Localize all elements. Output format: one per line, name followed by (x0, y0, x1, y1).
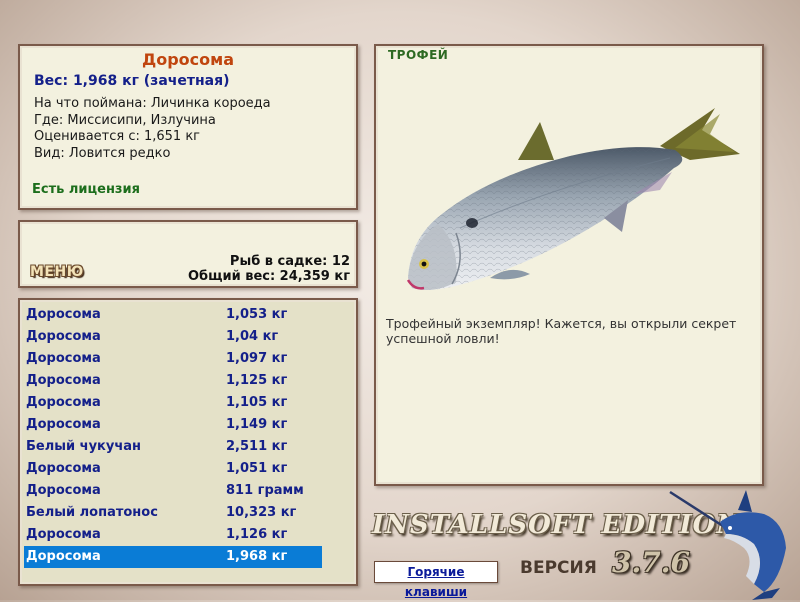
catch-info-panel: Доросома Вес: 1,968 кг (зачетная) На что… (18, 44, 358, 210)
catch-fish-name: Доросома (26, 483, 101, 498)
catch-list: Доросома 1,053 кг Доросома 1,04 кг Доросома 1… (18, 298, 358, 586)
catch-fish-name: Доросома (26, 461, 101, 476)
catch-fish-name: Белый лопатонос (26, 505, 158, 520)
catch-fish-weight: 1,968 кг (226, 549, 288, 564)
catch-list-row[interactable]: Доросома 1,105 кг (24, 392, 322, 414)
catch-fish-weight: 1,149 кг (226, 417, 288, 432)
catch-list-row[interactable]: Доросома 1,149 кг (24, 414, 322, 436)
catch-details: На что поймана: Личинка короеда Где: Мис… (34, 96, 271, 162)
catch-fish-weight: 1,04 кг (226, 329, 279, 344)
catch-fish-name: Белый чукучан (26, 439, 142, 454)
value-info: Оценивается с: 1,651 кг (34, 129, 201, 144)
trophy-panel: ТРОФЕЙ Трофейный экземпляр! Кажется, вы … (374, 44, 764, 486)
total-weight: Общий вес: 24,359 кг (187, 269, 350, 284)
catch-list-row[interactable]: Доросома 811 грамм (24, 480, 322, 502)
catch-list-row[interactable]: Доросома 1,097 кг (24, 348, 322, 370)
version-label: ВЕРСИЯ (520, 558, 597, 578)
catch-fish-name: Доросома (26, 373, 101, 388)
menu-button[interactable]: МЕНЮ (30, 264, 84, 280)
trophy-message: Трофейный экземпляр! Кажется, вы открыли… (386, 316, 737, 346)
catch-fish-name: Доросома (26, 307, 101, 322)
location-info: Где: Миссисипи, Излучина (34, 112, 216, 128)
catch-fish-weight: 1,125 кг (226, 373, 288, 388)
catch-fish-name: Доросома (26, 527, 101, 542)
hotkeys-button[interactable]: Горячие клавиши (374, 561, 498, 599)
catch-fish-weight: 1,126 кг (226, 527, 288, 542)
keepnet-stats: Рыб в садке: 12 Общий вес: 24,359 кг (188, 254, 350, 284)
keepnet-panel: МЕНЮ Рыб в садке: 12 Общий вес: 24,359 к… (18, 220, 358, 288)
catch-list-row[interactable]: Доросома 1,126 кг (24, 524, 322, 546)
catch-fish-weight: 1,105 кг (226, 395, 288, 410)
catch-fish-weight: 2,511 кг (226, 439, 288, 454)
catch-fish-name: Доросома (26, 351, 101, 366)
bait-info: На что поймана: Личинка короеда (34, 96, 271, 111)
catch-fish-weight: 1,097 кг (226, 351, 288, 366)
trophy-title: ТРОФЕЙ (388, 48, 449, 62)
catch-fish-name: Доросома (26, 329, 101, 344)
catch-list-row[interactable]: Белый чукучан 2,511 кг (24, 436, 322, 458)
marlin-logo-icon (669, 490, 786, 600)
catch-fish-name: Доросома (26, 417, 101, 432)
gizzard-shad-fish-image (406, 108, 740, 290)
fish-name: Доросома (141, 50, 235, 69)
catch-list-row[interactable]: Доросома 1,051 кг (24, 458, 322, 480)
license-status: Есть лицензия (32, 182, 140, 197)
fish-weight: Вес: 1,968 кг (зачетная) (34, 73, 230, 89)
catch-list-row[interactable]: Доросома 1,125 кг (24, 370, 322, 392)
fish-count: Рыб в садке: 12 (229, 254, 350, 269)
catch-fish-weight: 811 грамм (226, 483, 304, 498)
catch-fish-name: Доросома (26, 549, 101, 564)
catch-list-row[interactable]: Доросома 1,04 кг (24, 326, 322, 348)
catch-fish-weight: 10,323 кг (226, 505, 297, 520)
catch-fish-name: Доросома (26, 395, 101, 410)
catch-list-row[interactable]: Доросома 1,968 кг (24, 546, 322, 568)
catch-fish-weight: 1,051 кг (226, 461, 288, 476)
catch-fish-weight: 1,053 кг (226, 307, 288, 322)
catch-list-row[interactable]: Доросома 1,053 кг (24, 304, 322, 326)
rarity-info: Вид: Ловится редко (34, 145, 171, 161)
catch-list-row[interactable]: Белый лопатонос 10,323 кг (24, 502, 322, 524)
